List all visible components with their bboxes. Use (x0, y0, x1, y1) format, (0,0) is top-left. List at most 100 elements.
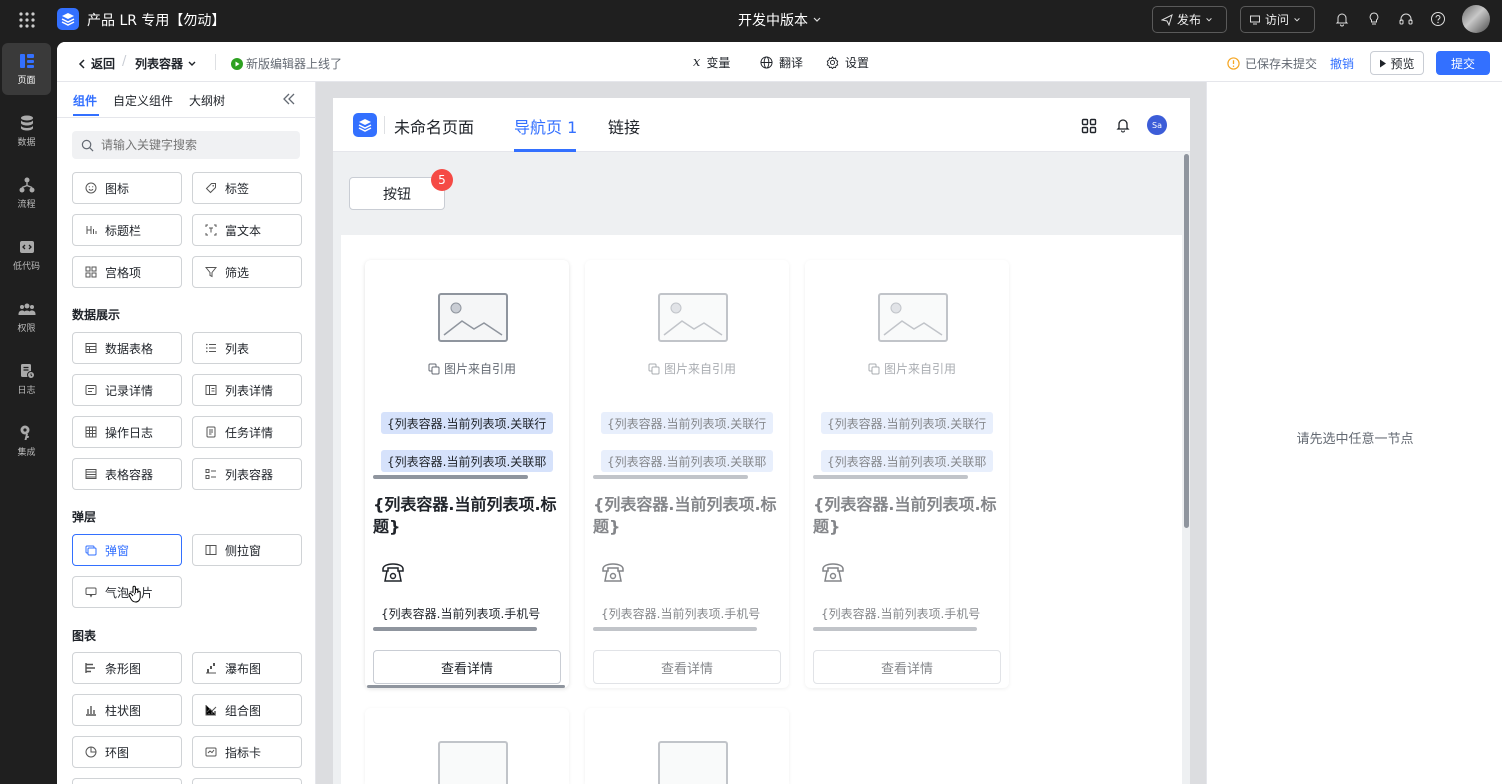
headset-icon[interactable] (1398, 11, 1414, 27)
scrollbar[interactable] (813, 475, 968, 479)
lightbulb-icon[interactable] (1366, 11, 1382, 27)
list-card[interactable] (365, 708, 569, 784)
submit-button[interactable]: 提交 (1436, 51, 1490, 75)
component-label: 表格容器 (105, 467, 154, 482)
tab-outline-tree[interactable]: 大纲树 (189, 92, 225, 109)
variables-button[interactable]: 𝑥 变量 (693, 54, 730, 71)
nav-tab-1[interactable]: 导航页 1 (514, 114, 577, 138)
rail-item-lowcode[interactable]: 低代码 (2, 229, 51, 281)
component-column-chart[interactable]: 柱状图 (72, 694, 182, 726)
warning-circle-icon (1227, 57, 1240, 70)
scrollbar[interactable] (813, 627, 977, 631)
preview-page-title: 未命名页面 (394, 118, 475, 137)
view-detail-button[interactable]: 查看详情 (813, 650, 1001, 684)
save-status-label: 已保存未提交 (1245, 57, 1318, 71)
undo-button[interactable]: 撤销 (1330, 55, 1354, 72)
tab-components[interactable]: 组件 (73, 92, 97, 109)
bar-chart-icon (85, 662, 97, 674)
rail-item-data[interactable]: 数据 (2, 105, 51, 157)
monitor-icon (1249, 14, 1261, 26)
component-combo-chart[interactable]: 组合图 (192, 694, 302, 726)
view-detail-button[interactable]: 查看详情 (373, 650, 561, 684)
component-title-bar[interactable]: 标题栏 (72, 214, 182, 246)
component-task-detail[interactable]: 任务详情 (192, 416, 302, 448)
rail-item-page[interactable]: 页面 (2, 43, 51, 95)
component-partial[interactable] (192, 778, 302, 784)
component-list-container[interactable]: 列表容器 (192, 458, 302, 490)
scrollbar[interactable] (373, 475, 528, 479)
view-detail-button[interactable]: 查看详情 (593, 650, 781, 684)
chevron-down-icon (1205, 16, 1213, 24)
page-preview[interactable]: 未命名页面 导航页 1 链接 Sa 按钮 5 图片来自引用 {列表容器.当前列表… (333, 98, 1190, 784)
component-label: 标题栏 (105, 223, 142, 238)
visit-button[interactable]: 访问 (1240, 6, 1315, 33)
preview-button[interactable]: 预览 (1370, 51, 1424, 75)
component-metric-card[interactable]: 指标卡 (192, 736, 302, 768)
component-waterfall-chart[interactable]: 瀑布图 (192, 652, 302, 684)
list-card[interactable]: 图片来自引用 {列表容器.当前列表项.关联行 {列表容器.当前列表项.关联耶 {… (365, 260, 569, 688)
scrollbar[interactable] (373, 627, 537, 631)
rail-item-flow[interactable]: 流程 (2, 167, 51, 219)
list-card[interactable]: 图片来自引用 {列表容器.当前列表项.关联行 {列表容器.当前列表项.关联耶 {… (585, 260, 789, 688)
component-record-detail[interactable]: 记录详情 (72, 374, 182, 406)
scrollbar[interactable] (593, 475, 748, 479)
back-button[interactable]: 返回 (77, 55, 115, 72)
scrollbar[interactable] (593, 627, 757, 631)
variable-icon: 𝑥 (693, 55, 701, 70)
component-bar-chart[interactable]: 条形图 (72, 652, 182, 684)
image-placeholder-icon (658, 741, 728, 784)
breadcrumb[interactable]: 列表容器 (135, 55, 197, 72)
list-card[interactable]: 图片来自引用 {列表容器.当前列表项.关联行 {列表容器.当前列表项.关联耶 {… (805, 260, 1009, 688)
bell-icon[interactable] (1115, 117, 1131, 133)
app-grid-icon[interactable] (18, 11, 36, 29)
component-partial[interactable] (72, 778, 182, 784)
tab-custom-components[interactable]: 自定义组件 (113, 92, 173, 109)
list-container[interactable]: 图片来自引用 {列表容器.当前列表项.关联行 {列表容器.当前列表项.关联耶 {… (341, 235, 1182, 784)
component-label: 侧拉窗 (225, 543, 262, 558)
play-icon (1379, 59, 1387, 68)
component-operation-log[interactable]: 操作日志 (72, 416, 182, 448)
combo-chart-icon (205, 704, 217, 716)
field-tag: {列表容器.当前列表项.关联耶 (381, 450, 553, 472)
component-drawer[interactable]: 侧拉窗 (192, 534, 302, 566)
user-avatar[interactable] (1462, 5, 1490, 33)
chevron-down-icon (812, 15, 822, 25)
rail-item-permission[interactable]: 权限 (2, 291, 51, 343)
vertical-scrollbar[interactable] (1184, 154, 1189, 528)
help-icon[interactable] (1430, 11, 1446, 27)
component-list[interactable]: 列表 (192, 332, 302, 364)
component-list-detail[interactable]: 列表详情 (192, 374, 302, 406)
page-icon (18, 52, 36, 70)
component-grid-item[interactable]: 宫格项 (72, 256, 182, 288)
nav-tab-link[interactable]: 链接 (608, 114, 640, 138)
settings-button[interactable]: 设置 (826, 54, 869, 71)
editor-notice[interactable]: 新版编辑器上线了 (231, 55, 342, 72)
component-icon[interactable]: 图标 (72, 172, 182, 204)
component-data-table[interactable]: 数据表格 (72, 332, 182, 364)
preview-avatar[interactable]: Sa (1147, 115, 1167, 135)
database-icon (18, 114, 36, 132)
list-card[interactable] (585, 708, 789, 784)
component-rich-text[interactable]: 富文本 (192, 214, 302, 246)
component-panel: 组件 自定义组件 大纲树 图标 标签 标题栏 富文本 宫格项 筛选 数据展示 数… (57, 82, 316, 784)
component-tag[interactable]: 标签 (192, 172, 302, 204)
search-box[interactable] (72, 131, 300, 159)
component-label: 数据表格 (105, 341, 154, 356)
field-tag: {列表容器.当前列表项.关联行 (381, 412, 553, 434)
version-selector[interactable]: 开发中版本 (738, 10, 822, 30)
field-tag: {列表容器.当前列表项.关联耶 (601, 450, 773, 472)
component-donut-chart[interactable]: 环图 (72, 736, 182, 768)
collapse-panel-icon[interactable] (282, 93, 296, 105)
rail-item-integration[interactable]: 集成 (2, 415, 51, 467)
component-filter[interactable]: 筛选 (192, 256, 302, 288)
grid-icon[interactable] (1081, 118, 1097, 134)
publish-button[interactable]: 发布 (1152, 6, 1227, 33)
search-input[interactable] (101, 138, 281, 152)
translate-button[interactable]: 翻译 (760, 54, 803, 71)
component-popover-card[interactable]: 气泡卡片 (72, 576, 182, 608)
component-modal[interactable]: 弹窗 (72, 534, 182, 566)
component-table-container[interactable]: 表格容器 (72, 458, 182, 490)
bell-icon[interactable] (1334, 11, 1350, 27)
field-tag: {列表容器.当前列表项.关联耶 (821, 450, 993, 472)
rail-item-log[interactable]: 日志 (2, 353, 51, 405)
